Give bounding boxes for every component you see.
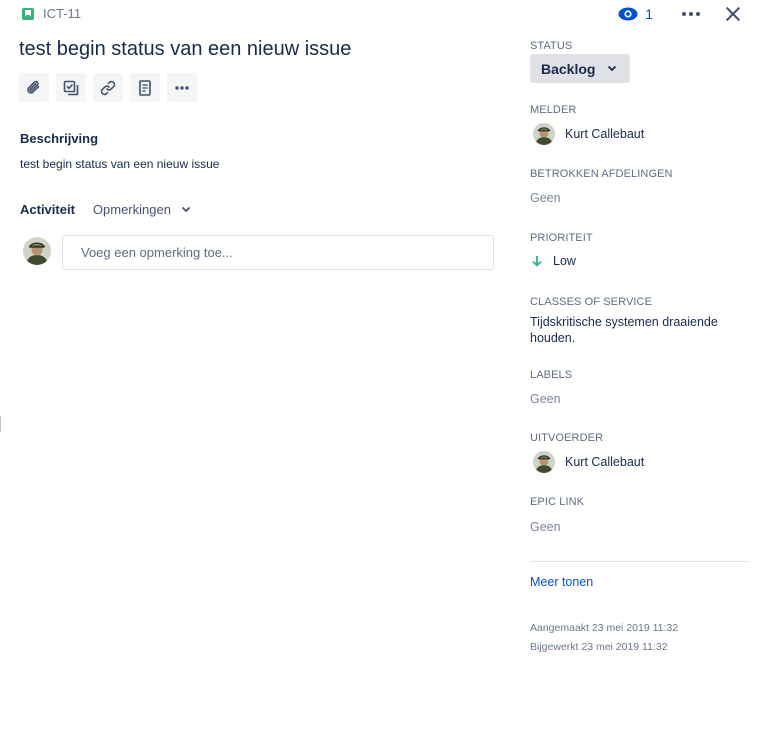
divider [530, 561, 749, 562]
issue-key[interactable]: ICT-11 [22, 6, 81, 21]
avatar [533, 451, 555, 473]
updated-timestamp: Bijgewerkt 23 mei 2019 11:32 [530, 641, 668, 653]
created-timestamp: Aangemaakt 23 mei 2019 11:32 [530, 622, 679, 634]
priority-label: PRIORITEIT [530, 232, 593, 244]
more-dot [682, 12, 686, 16]
avatar-image [533, 451, 555, 473]
epic-link-label: EPIC LINK [530, 496, 585, 508]
reporter-label: MELDER [530, 104, 577, 116]
document-icon [139, 79, 151, 96]
issue-key-text[interactable]: ICT-11 [43, 6, 81, 21]
priority-value: Low [553, 254, 576, 268]
avatar [533, 123, 555, 145]
avatar [23, 237, 51, 265]
story-icon [22, 7, 34, 20]
link-issue-button[interactable] [93, 73, 123, 102]
avatar-image [533, 123, 555, 145]
reporter-field[interactable]: Kurt Callebaut [533, 123, 644, 145]
activity-heading: Activiteit [20, 202, 75, 217]
paperclip-icon [27, 80, 40, 94]
close-icon[interactable] [723, 4, 743, 24]
more-icon [175, 85, 189, 90]
assignee-label: UITVOERDER [530, 432, 604, 444]
activity-filter-select[interactable]: Opmerkingen [93, 202, 191, 217]
status-label: STATUS [530, 40, 573, 52]
eye-icon [618, 7, 638, 21]
chevron-down-icon [608, 65, 617, 72]
description-heading: Beschrijving [20, 131, 99, 146]
avatar-image [23, 237, 51, 265]
more-toolbar-button[interactable] [167, 73, 197, 102]
class-of-service-label: CLASSES OF SERVICE [530, 296, 653, 308]
description-text[interactable]: test begin status van een nieuw issue [20, 157, 219, 171]
labels-label: LABELS [530, 369, 573, 381]
assignee-field[interactable]: Kurt Callebaut [533, 451, 644, 473]
labels-value[interactable]: Geen [530, 392, 561, 406]
more-actions-button[interactable] [679, 4, 703, 24]
activity-row: Activiteit Opmerkingen [20, 202, 191, 217]
attach-button[interactable] [19, 73, 49, 102]
class-of-service-value[interactable]: Tijdskritische systemen draaiende houden… [530, 314, 745, 346]
issue-toolbar [19, 73, 197, 102]
subtask-button[interactable] [56, 73, 86, 102]
comment-input[interactable] [62, 235, 494, 270]
show-more-link[interactable]: Meer tonen [530, 575, 593, 589]
link-icon [100, 80, 116, 95]
top-actions: 1 [618, 4, 743, 24]
departments-value[interactable]: Geen [530, 191, 561, 205]
activity-filter-value: Opmerkingen [92, 202, 171, 217]
priority-field[interactable]: Low [532, 254, 576, 268]
status-dropdown[interactable]: Backlog [530, 54, 630, 83]
epic-link-value[interactable]: Geen [530, 520, 561, 534]
page-button[interactable] [130, 73, 160, 102]
reporter-name: Kurt Callebaut [565, 127, 645, 141]
more-dot [689, 12, 693, 16]
left-edge-marker [0, 416, 1, 432]
chevron-down-icon [181, 206, 191, 213]
arrow-down-icon [532, 256, 542, 267]
more-dot [696, 12, 700, 16]
watch-button[interactable]: 1 [618, 6, 653, 22]
status-value: Backlog [541, 60, 596, 77]
assignee-name: Kurt Callebaut [565, 455, 645, 469]
issue-title[interactable]: test begin status van een nieuw issue [19, 38, 351, 61]
subtask-icon [63, 80, 79, 95]
watch-count: 1 [645, 6, 653, 22]
departments-label: BETROKKEN AFDELINGEN [530, 168, 673, 180]
